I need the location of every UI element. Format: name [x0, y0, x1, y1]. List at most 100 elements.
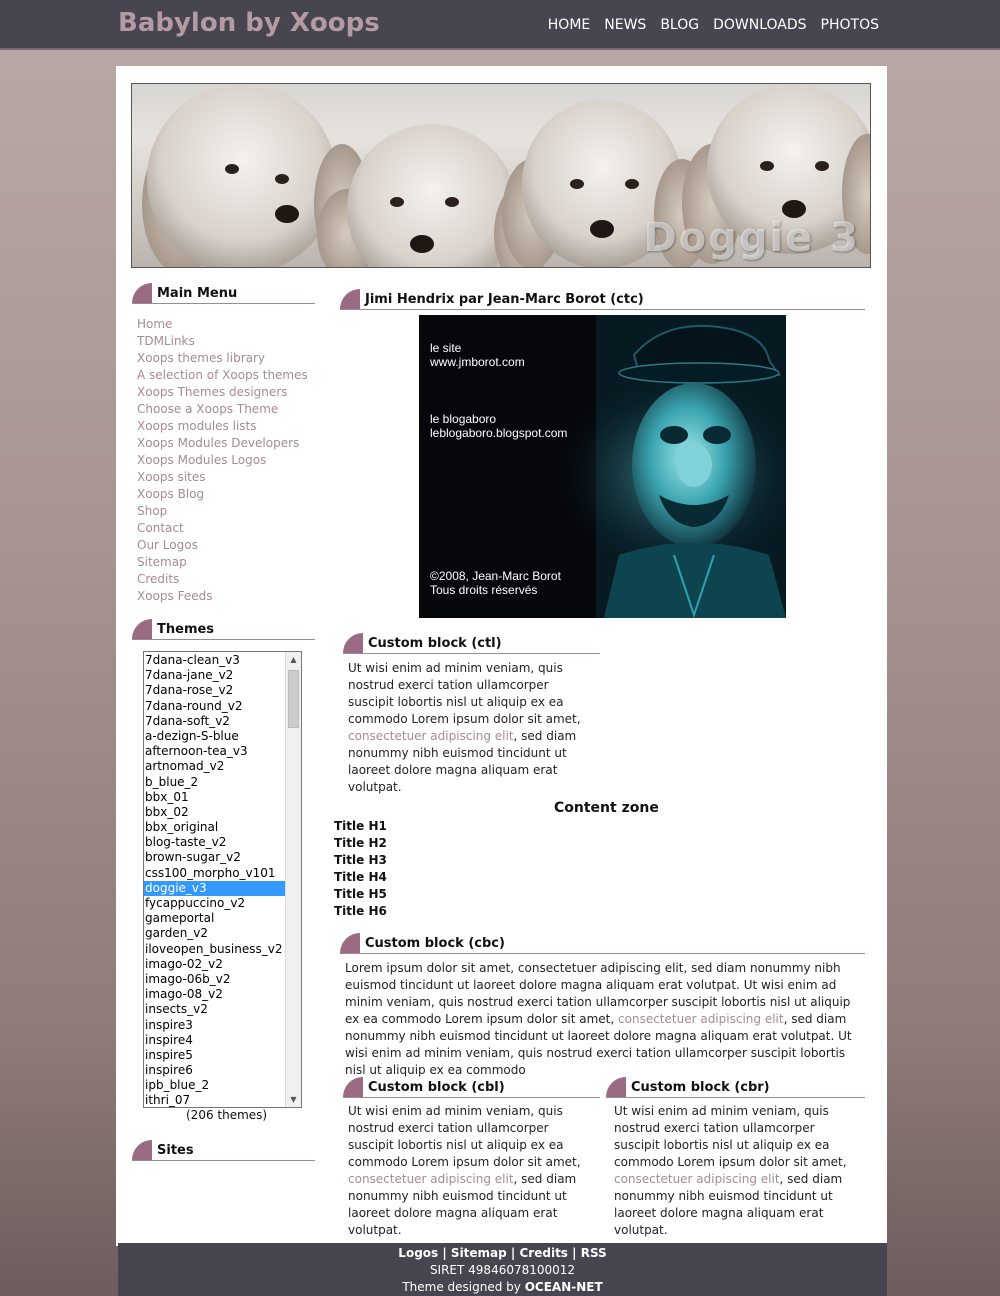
theme-option[interactable]: insects_v2: [144, 1002, 285, 1017]
sites-title: Sites: [132, 1139, 315, 1161]
theme-option[interactable]: 7dana-round_v2: [144, 699, 285, 714]
scroll-down-icon[interactable]: ▼: [286, 1092, 301, 1107]
themes-count: (206 themes): [186, 1108, 268, 1122]
footer-siret: SIRET 49846078100012: [429, 1263, 576, 1277]
page-container: Doggie 3 Main Menu Home TDMLinks Xoops t…: [116, 66, 887, 1246]
theme-option[interactable]: doggie_v3: [144, 880, 285, 896]
nav-photos-link[interactable]: PHOTOS: [821, 17, 879, 33]
nav-news-link[interactable]: NEWS: [604, 17, 646, 33]
menu-item-choose-theme[interactable]: Choose a Xoops Theme: [137, 401, 317, 418]
theme-option[interactable]: bbx_original: [144, 820, 285, 835]
menu-item-our-logos[interactable]: Our Logos: [137, 537, 317, 554]
ctl-block-text: Ut wisi enim ad minim veniam, quis nostr…: [348, 661, 581, 794]
menu-item-modules-developers[interactable]: Xoops Modules Developers: [137, 435, 317, 452]
block-tab-icon: [340, 289, 360, 309]
footer-rss-link[interactable]: RSS: [581, 1246, 607, 1260]
scroll-up-icon[interactable]: ▲: [286, 652, 301, 667]
theme-option[interactable]: inspire3: [144, 1018, 285, 1033]
image-site-url: www.jmborot.com: [430, 355, 525, 369]
theme-option[interactable]: a-dezign-S-blue: [144, 729, 285, 744]
footer-logos-link[interactable]: Logos: [398, 1246, 438, 1260]
main-menu: Home TDMLinks Xoops themes library A sel…: [137, 316, 317, 605]
theme-option[interactable]: 7dana-jane_v2: [144, 668, 285, 683]
theme-option[interactable]: bbx_02: [144, 805, 285, 820]
content-zone-title: Content zone: [554, 800, 659, 816]
menu-item-sitemap[interactable]: Sitemap: [137, 554, 317, 571]
top-bar: Babylon by Xoops HOME NEWS BLOG DOWNLOAD…: [0, 0, 1000, 50]
cbl-block-title: Custom block (cbl): [343, 1076, 600, 1098]
theme-option[interactable]: blog-taste_v2: [144, 835, 285, 850]
menu-item-home[interactable]: Home: [137, 316, 317, 333]
block-tab-icon: [343, 633, 363, 653]
image-blog-label: le blogaboro: [430, 412, 497, 426]
footer-credits-link[interactable]: Credits: [520, 1246, 568, 1260]
nav-blog-link[interactable]: BLOG: [660, 17, 699, 33]
footer: Logos | Sitemap | Credits | RSS SIRET 49…: [118, 1243, 887, 1296]
top-nav: HOME NEWS BLOG DOWNLOADS PHOTOS: [548, 17, 879, 33]
menu-item-credits[interactable]: Credits: [137, 571, 317, 588]
theme-option[interactable]: fycappuccino_v2: [144, 896, 285, 911]
ctl-link[interactable]: consectetuer adipiscing elit: [348, 729, 514, 743]
heading-h5: Title H5: [334, 887, 387, 901]
menu-item-contact[interactable]: Contact: [137, 520, 317, 537]
block-tab-icon: [606, 1077, 626, 1097]
themes-select-list[interactable]: 7dana-clean_v3 7dana-jane_v2 7dana-rose_v2…: [143, 651, 302, 1108]
themes-options: 7dana-clean_v3 7dana-jane_v2 7dana-rose_v2…: [144, 653, 285, 1107]
theme-option[interactable]: brown-sugar_v2: [144, 850, 285, 865]
menu-item-xoops-sites[interactable]: Xoops sites: [137, 469, 317, 486]
ctc-block-title: Jimi Hendrix par Jean-Marc Borot (ctc): [340, 288, 865, 310]
theme-option[interactable]: 7dana-clean_v3: [144, 653, 285, 668]
cbl-link[interactable]: consectetuer adipiscing elit: [348, 1172, 514, 1186]
menu-item-themes-library[interactable]: Xoops themes library: [137, 350, 317, 367]
theme-option[interactable]: imago-06b_v2: [144, 972, 285, 987]
image-blog-url: leblogaboro.blogspot.com: [430, 426, 568, 440]
cbc-block-text: Lorem ipsum dolor sit amet, consectetuer…: [345, 961, 852, 1077]
menu-item-xoops-blog[interactable]: Xoops Blog: [137, 486, 317, 503]
block-tab-icon: [340, 933, 360, 953]
theme-option[interactable]: 7dana-soft_v2: [144, 714, 285, 729]
theme-option[interactable]: 7dana-rose_v2: [144, 683, 285, 698]
menu-item-tdmlinks[interactable]: TDMLinks: [137, 333, 317, 350]
theme-option[interactable]: b_blue_2: [144, 775, 285, 790]
theme-option[interactable]: afternoon-tea_v3: [144, 744, 285, 759]
menu-item-xoops-feeds[interactable]: Xoops Feeds: [137, 588, 317, 605]
theme-option[interactable]: inspire4: [144, 1033, 285, 1048]
theme-option[interactable]: artnomad_v2: [144, 759, 285, 774]
cbc-link[interactable]: consectetuer adipiscing elit: [618, 1012, 784, 1026]
theme-option[interactable]: css100_morpho_v101: [144, 866, 285, 881]
block-tab-icon: [132, 1140, 152, 1160]
site-title[interactable]: Babylon by Xoops: [118, 8, 380, 38]
scroll-thumb[interactable]: [288, 670, 299, 728]
footer-designer: Theme designed by OCEAN-NET: [402, 1280, 603, 1294]
theme-option[interactable]: garden_v2: [144, 926, 285, 941]
menu-item-modules-logos[interactable]: Xoops Modules Logos: [137, 452, 317, 469]
nav-downloads-link[interactable]: DOWNLOADS: [713, 17, 806, 33]
themes-scrollbar[interactable]: ▲ ▼: [285, 652, 301, 1107]
cbr-block-text: Ut wisi enim ad minim veniam, quis nostr…: [614, 1104, 847, 1237]
menu-item-modules-lists[interactable]: Xoops modules lists: [137, 418, 317, 435]
block-tab-icon: [132, 619, 152, 639]
block-tab-icon: [343, 1077, 363, 1097]
theme-option[interactable]: ithri_07: [144, 1093, 285, 1107]
heading-h3: Title H3: [334, 853, 387, 867]
theme-option[interactable]: bbx_01: [144, 790, 285, 805]
block-tab-icon: [132, 283, 152, 303]
themes-title: Themes: [132, 618, 315, 640]
heading-h2: Title H2: [334, 836, 387, 850]
menu-item-themes-designers[interactable]: Xoops Themes designers: [137, 384, 317, 401]
theme-option[interactable]: ipb_blue_2: [144, 1078, 285, 1093]
theme-option[interactable]: imago-02_v2: [144, 957, 285, 972]
theme-option[interactable]: iloveopen_business_v2: [144, 942, 285, 957]
theme-option[interactable]: imago-08_v2: [144, 987, 285, 1002]
footer-designer-link[interactable]: OCEAN-NET: [525, 1280, 603, 1294]
cbr-link[interactable]: consectetuer adipiscing elit: [614, 1172, 780, 1186]
menu-item-selection-themes[interactable]: A selection of Xoops themes: [137, 367, 317, 384]
theme-option[interactable]: inspire5: [144, 1048, 285, 1063]
image-copyright: ©2008, Jean-Marc Borot: [430, 569, 561, 583]
main-menu-title: Main Menu: [132, 282, 315, 304]
menu-item-shop[interactable]: Shop: [137, 503, 317, 520]
nav-home-link[interactable]: HOME: [548, 17, 590, 33]
footer-sitemap-link[interactable]: Sitemap: [451, 1246, 507, 1260]
theme-option[interactable]: inspire6: [144, 1063, 285, 1078]
theme-option[interactable]: gameportal: [144, 911, 285, 926]
